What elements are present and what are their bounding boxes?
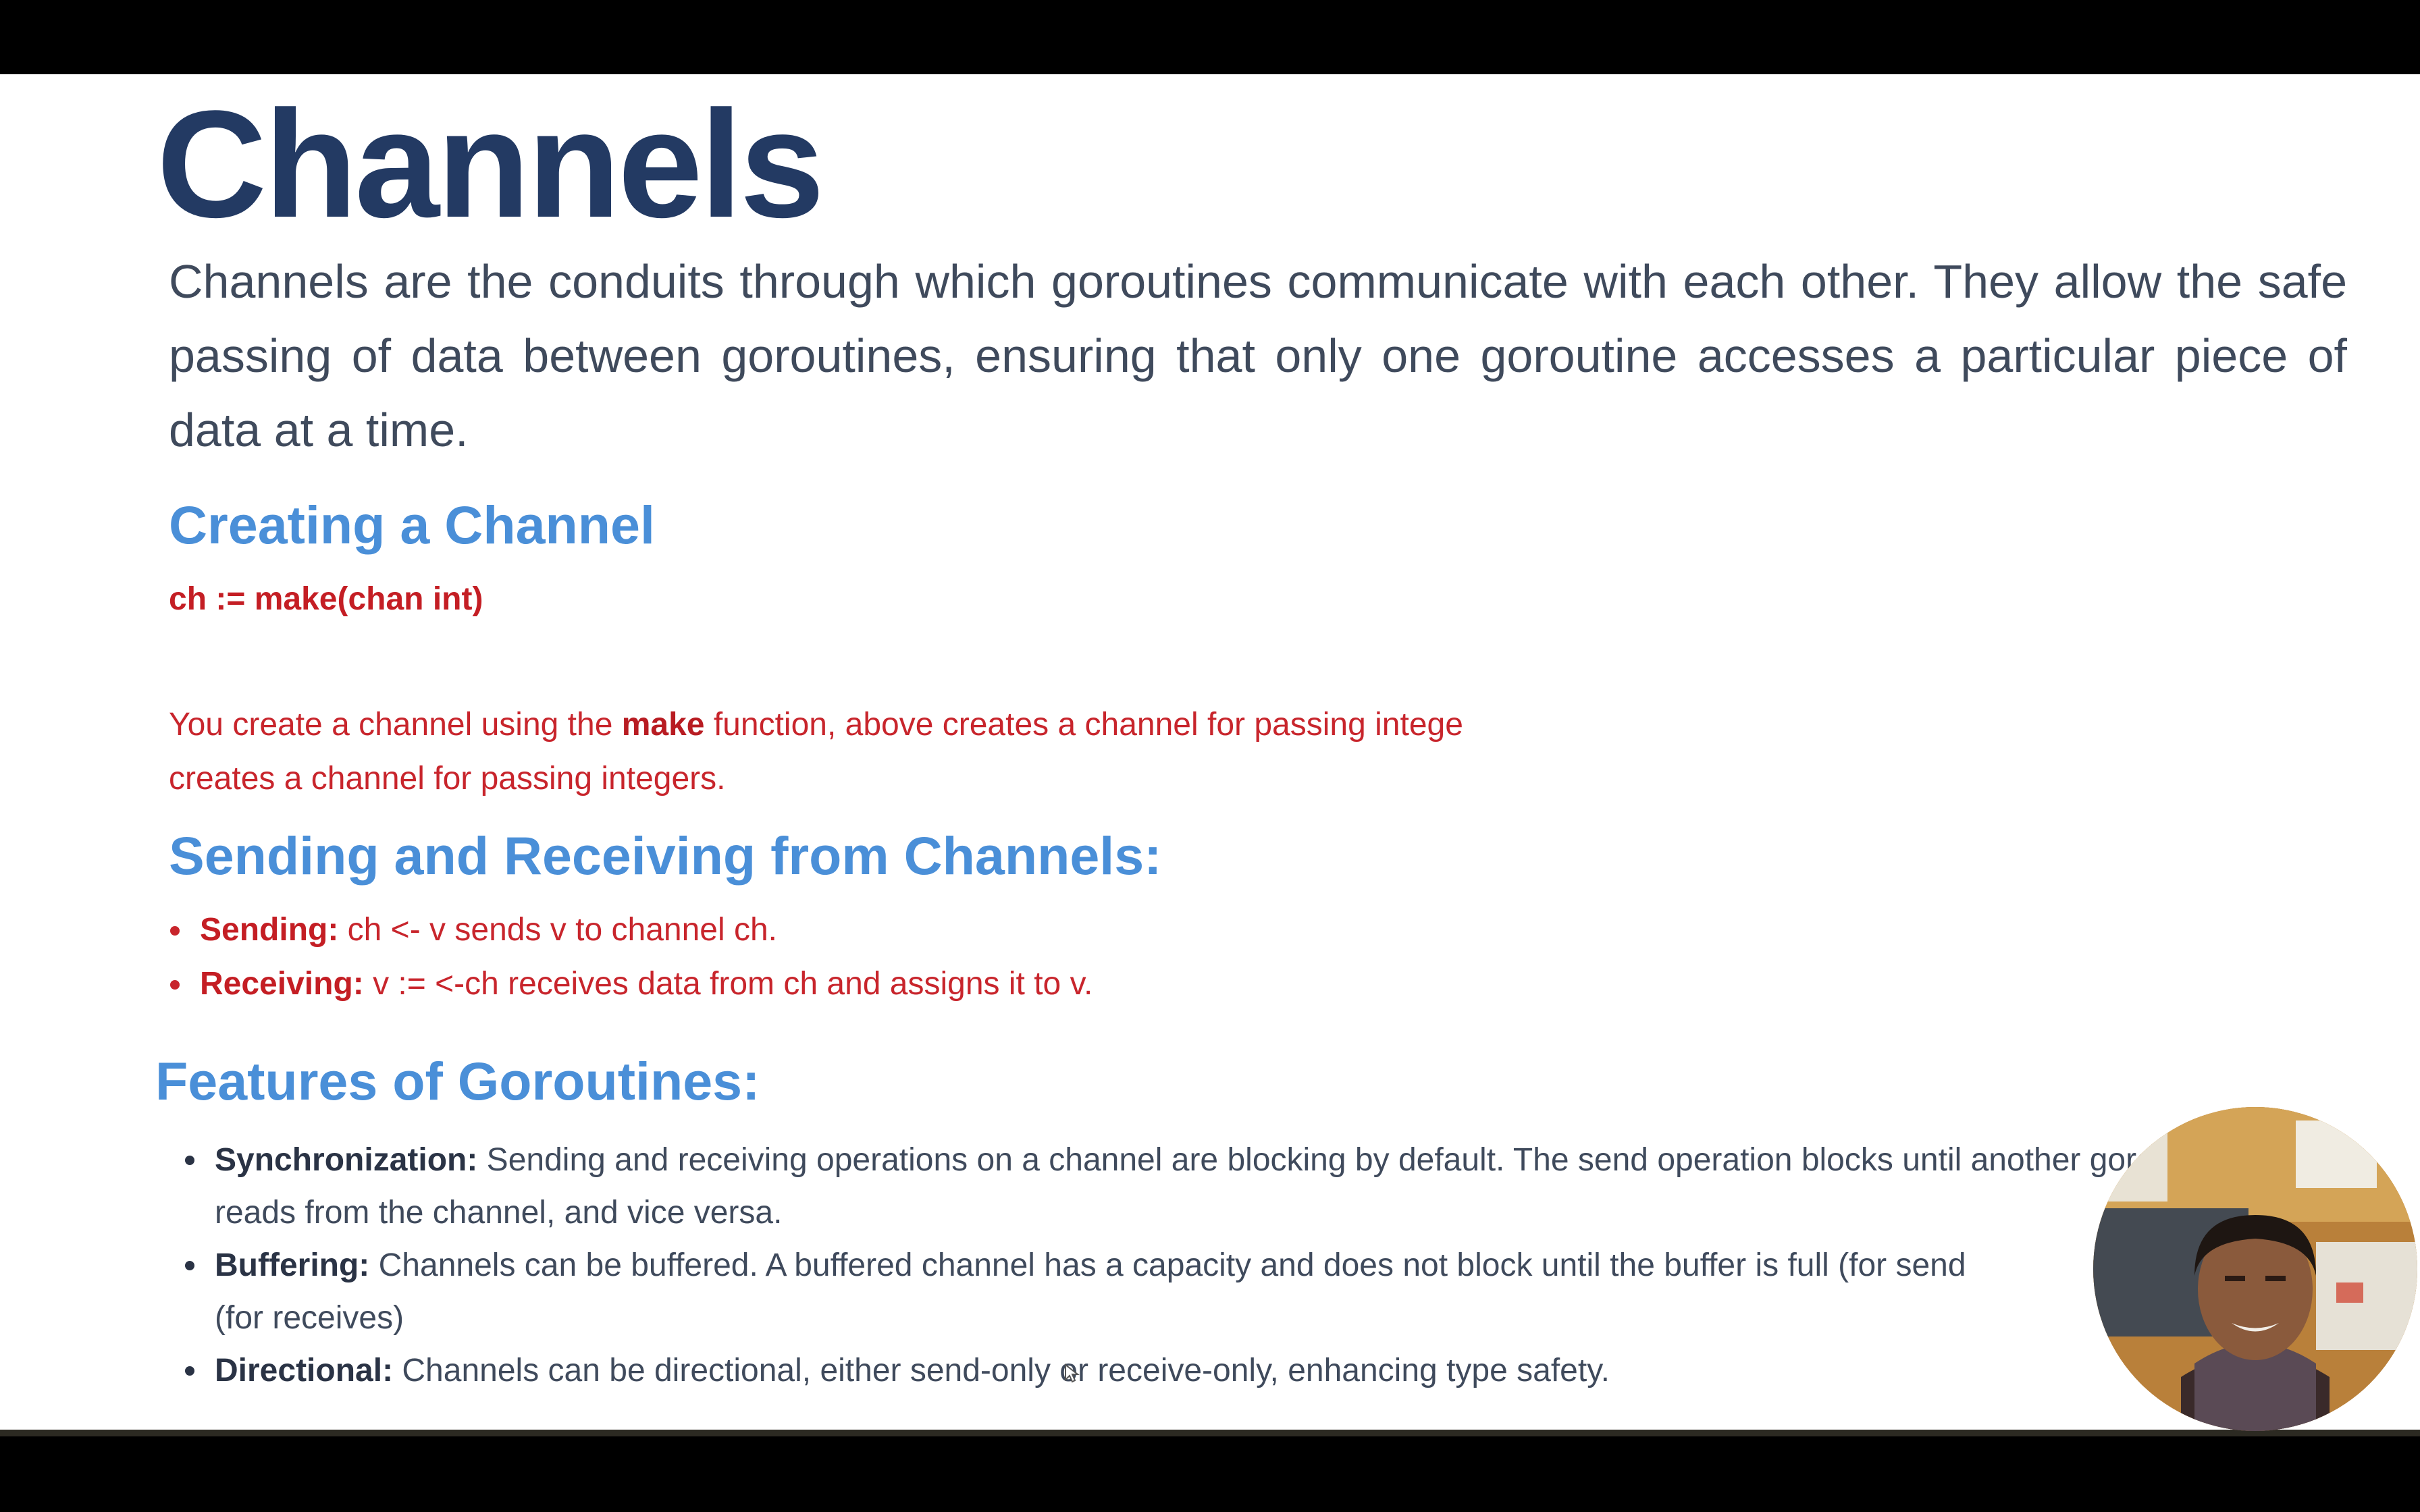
list-item-synchronization: Synchronization: Sending and receiving o… (185, 1134, 2254, 1239)
list-item-buffering: Buffering: Channels can be buffered. A b… (185, 1239, 2254, 1345)
list-item-directional: Directional: Channels can be directional… (185, 1345, 2254, 1397)
code-make-channel: ch := make(chan int) (169, 581, 483, 617)
buffering-text: Channels can be buffered. A buffered cha… (369, 1247, 1966, 1283)
list-item-receiving: Receiving: v := <-ch receives data from … (169, 963, 1093, 1017)
synchronization-label: Synchronization: (215, 1142, 478, 1178)
directional-label: Directional: (215, 1353, 394, 1388)
heading-sending-receiving: Sending and Receiving from Channels: (169, 826, 1162, 886)
presentation-slide: Channels Channels are the conduits throu… (0, 74, 2420, 1430)
sending-label: Sending: (200, 912, 339, 948)
creating-description-line-1: You create a channel using the make func… (169, 709, 1463, 741)
list-item-sending: Sending: ch <- v sends v to channel ch. (169, 909, 1093, 963)
features-list: Synchronization: Sending and receiving o… (185, 1134, 2254, 1397)
creating-description-line-2: creates a channel for passing integers. (169, 761, 726, 796)
heading-features: Features of Goroutines: (155, 1051, 760, 1111)
heading-creating-channel: Creating a Channel (169, 495, 655, 555)
buffering-label: Buffering: (215, 1247, 370, 1283)
make-keyword: make (621, 707, 705, 742)
creating-text-after: function, above creates a channel for pa… (704, 707, 1463, 742)
slide-title: Channels (157, 78, 824, 249)
intro-paragraph: Channels are the conduits through which … (169, 255, 2347, 456)
directional-text: Channels can be directional, either send… (393, 1353, 1610, 1388)
presenter-avatar-icon (2093, 1107, 2417, 1431)
buffering-continuation: (for receives) (215, 1300, 404, 1336)
receiving-label: Receiving: (200, 966, 364, 1002)
presenter-webcam-overlay (2093, 1107, 2417, 1431)
synchronization-text: Sending and receiving operations on a ch… (215, 1142, 2225, 1231)
receiving-text: v := <-ch receives data from ch and assi… (363, 966, 1093, 1002)
sending-receiving-list: Sending: ch <- v sends v to channel ch. … (169, 909, 1093, 1017)
bottom-divider (0, 1430, 2420, 1436)
sending-text: ch <- v sends v to channel ch. (338, 912, 777, 948)
creating-text-before: You create a channel using the (169, 707, 622, 742)
mouse-cursor-icon (1065, 1364, 1080, 1383)
